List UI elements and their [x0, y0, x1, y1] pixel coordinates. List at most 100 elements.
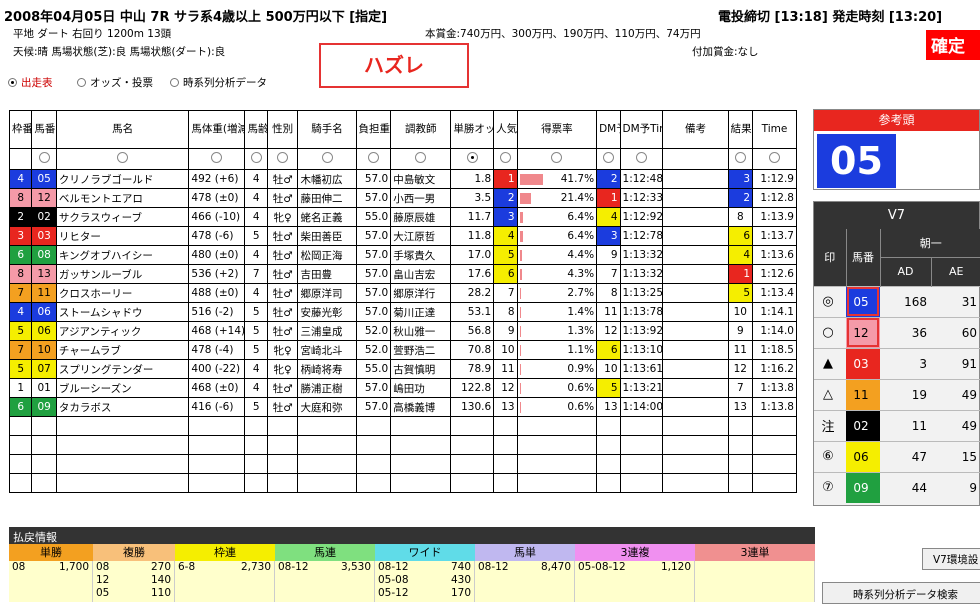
v7-row: 注021149 — [814, 410, 980, 441]
rate-text: 0.6% — [567, 401, 594, 413]
cell-result: 12 — [728, 360, 752, 379]
cell-jockey: 蛯名正義 — [298, 208, 356, 227]
table-row[interactable]: 608キングオブハイシー480 (±0)4牡♂松岡正海57.0手塚貴久17.05… — [10, 246, 797, 265]
sort-radio[interactable] — [391, 149, 451, 170]
cell-waku: 6 — [10, 398, 32, 417]
sort-radio[interactable] — [10, 149, 32, 170]
sort-radio[interactable] — [753, 149, 797, 170]
col-header: 馬番 — [32, 111, 56, 149]
cell-weight: 536 (+2) — [189, 265, 245, 284]
table-row[interactable]: 710チャームラブ478 (-4)5牝♀宮崎北斗52.0萱野浩二70.8101.… — [10, 341, 797, 360]
cell-kinryo: 57.0 — [356, 398, 391, 417]
table-row[interactable]: 303リヒター478 (-6)5牡♂柴田善臣57.0大江原哲11.846.4%3… — [10, 227, 797, 246]
cell-time: 1:14.1 — [753, 303, 797, 322]
col-header: 人気 — [494, 111, 517, 149]
v7-row: ◎0516831 — [814, 286, 980, 317]
sort-radio[interactable] — [494, 149, 517, 170]
payout-col: 複勝082701214005110 — [93, 544, 175, 602]
table-row[interactable]: 711クロスホーリー488 (±0)4牡♂郷原洋司57.0郷原洋行28.272.… — [10, 284, 797, 303]
v7-row: ○123660 — [814, 317, 980, 348]
cell-waku: 7 — [10, 284, 32, 303]
cell-result: 11 — [728, 341, 752, 360]
payout-col-header: 馬連 — [275, 544, 375, 561]
sort-radio[interactable] — [663, 149, 728, 170]
cell-sex: 牝♀ — [267, 360, 298, 379]
table-row[interactable]: 812ベルモントエアロ478 (±0)4牡♂藤田伸二57.0小西一男3.5221… — [10, 189, 797, 208]
table-row[interactable]: 609タカラボス416 (-6)5牡♂大庭和弥57.0高橋義博130.6130.… — [10, 398, 797, 417]
sort-radio[interactable] — [56, 149, 189, 170]
table-row[interactable]: 101ブルーシーズン468 (±0)4牡♂勝浦正樹57.0嶋田功122.8120… — [10, 379, 797, 398]
timeseries-search-button[interactable]: 時系列分析データ検索 — [822, 582, 980, 604]
payout-combo: 08 — [12, 561, 25, 574]
table-row[interactable]: 507スプリングテンダー400 (-22)4牝♀柄崎将寿55.0古賀慎明78.9… — [10, 360, 797, 379]
sort-radio[interactable] — [597, 149, 620, 170]
cell-ninki: 11 — [494, 360, 517, 379]
table-row[interactable]: 813ガッサンルーブル536 (+2)7牡♂吉田豊57.0畠山吉宏17.664.… — [10, 265, 797, 284]
race-entry-table: 枠番馬番馬名馬体重(増減)馬齢性別騎手名負担重量調教師単勝オッズ人気得票率DM予… — [9, 110, 797, 493]
radio-icon — [77, 78, 86, 87]
cell-result: 1 — [728, 265, 752, 284]
v7-cell-mark: ⑥ — [814, 441, 846, 472]
tab-shutsuba[interactable]: 出走表 — [8, 75, 53, 90]
table-row[interactable]: 202サクラスウィーブ466 (-10)4牝♀蛯名正義55.0藤原辰雄11.73… — [10, 208, 797, 227]
radio-icon — [735, 152, 746, 163]
cell-rate: 1.1% — [517, 341, 597, 360]
cell-jockey: 郷原洋司 — [298, 284, 356, 303]
tab-odds[interactable]: オッズ・投票 — [77, 75, 153, 90]
sort-radio[interactable] — [32, 149, 56, 170]
v7-group: 朝一 — [880, 229, 980, 257]
col-header: 馬体重(増減) — [189, 111, 245, 149]
sort-radio[interactable] — [728, 149, 752, 170]
cell-trainer: 菊川正達 — [391, 303, 451, 322]
payout-col-header: 枠連 — [175, 544, 275, 561]
cell-uma: 11 — [32, 284, 56, 303]
cell-name: チャームラブ — [56, 341, 189, 360]
cell-dmtime: 1:12:78 — [620, 227, 663, 246]
sort-radio[interactable] — [189, 149, 245, 170]
cell-dmtime: 1:13:10 — [620, 341, 663, 360]
v7-cell-uma: 06 — [846, 441, 880, 472]
col-header: 得票率 — [517, 111, 597, 149]
sort-radio[interactable] — [517, 149, 597, 170]
cell-name: キングオブハイシー — [56, 246, 189, 265]
radio-icon — [636, 152, 647, 163]
v7-cell-uma: 11 — [846, 379, 880, 410]
payout-combo: 12 — [96, 574, 109, 587]
cell-dm: 6 — [597, 341, 620, 360]
cell-kinryo: 57.0 — [356, 379, 391, 398]
rate-bar — [520, 345, 521, 356]
rate-bar — [520, 212, 524, 223]
sort-radio[interactable] — [245, 149, 267, 170]
table-row[interactable]: 405クリノラブゴールド492 (+6)4牡♂木幡初広57.0中島敏文1.814… — [10, 170, 797, 189]
confirmed-badge: 確定 — [926, 30, 980, 60]
cell-odds: 122.8 — [451, 379, 494, 398]
sort-radio[interactable] — [298, 149, 356, 170]
cell-bikou — [663, 303, 728, 322]
cell-trainer: 嶋田功 — [391, 379, 451, 398]
cell-waku: 4 — [10, 170, 32, 189]
table-row[interactable]: 406ストームシャドウ516 (-2)5牡♂安藤光彰57.0菊川正達53.181… — [10, 303, 797, 322]
sort-radio[interactable] — [451, 149, 494, 170]
cell-result: 4 — [728, 246, 752, 265]
rate-text: 4.3% — [567, 268, 594, 280]
payout-amount: 3,530 — [341, 561, 371, 574]
cell-odds: 130.6 — [451, 398, 494, 417]
tab-timeseries[interactable]: 時系列分析データ — [170, 75, 267, 90]
v7-cell-uma: 03 — [846, 348, 880, 379]
cell-kinryo: 57.0 — [356, 303, 391, 322]
table-row[interactable]: 506アジアンティック468 (+14)5牡♂三浦皇成52.0秋山雅一56.89… — [10, 322, 797, 341]
payout-row: 05-12170 — [375, 587, 474, 600]
sort-radio[interactable] — [620, 149, 663, 170]
sort-radio[interactable] — [356, 149, 391, 170]
v7-cell-ae: 60 — [931, 317, 980, 348]
payout-combo: 6-8 — [178, 561, 195, 574]
cell-bikou — [663, 170, 728, 189]
cell-sex: 牝♀ — [267, 208, 298, 227]
cell-bikou — [663, 246, 728, 265]
cell-time: 1:13.4 — [753, 284, 797, 303]
sort-radio[interactable] — [267, 149, 298, 170]
cell-kinryo: 55.0 — [356, 208, 391, 227]
rate-text: 2.7% — [567, 287, 594, 299]
reference-horse-title: 参考頭 — [814, 110, 979, 131]
v7-settings-button[interactable]: V7環境設 — [922, 548, 980, 570]
